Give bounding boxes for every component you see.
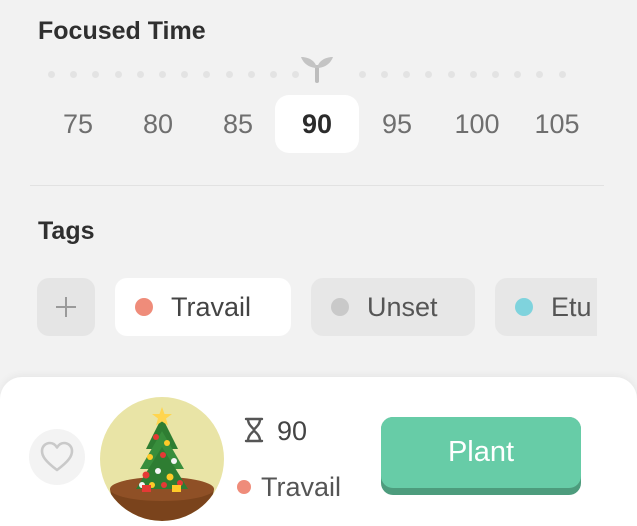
time-options: 75 80 85 90 95 100 105	[36, 95, 602, 153]
ruler-tick	[448, 71, 455, 78]
ruler-tick	[115, 71, 122, 78]
add-tag-button[interactable]	[37, 278, 95, 336]
tag-chip-etu[interactable]: Etu	[495, 278, 597, 336]
time-option-100[interactable]: 100	[435, 95, 519, 153]
selected-tag-dot	[237, 480, 251, 494]
tree-avatar[interactable]	[100, 397, 224, 521]
ruler-tick	[270, 71, 277, 78]
focused-time-title: Focused Time	[38, 17, 206, 45]
ruler-tick	[559, 71, 566, 78]
plant-button-label: Plant	[381, 417, 581, 488]
tags-row[interactable]: Travail Unset Etu	[37, 278, 597, 336]
plant-button[interactable]: Plant	[381, 417, 581, 495]
selected-tag-label: Travail	[261, 472, 342, 502]
ruler-tick	[359, 71, 366, 78]
ruler-tick	[70, 71, 77, 78]
tag-color-dot	[135, 298, 153, 316]
duration-value: 90	[277, 416, 308, 446]
favorite-button[interactable]	[29, 429, 85, 485]
ruler-tick	[425, 71, 432, 78]
sprout-icon	[301, 57, 333, 83]
time-option-105[interactable]: 105	[515, 95, 599, 153]
tag-chip-unset[interactable]: Unset	[311, 278, 475, 336]
ruler-tick	[381, 71, 388, 78]
time-option-95[interactable]: 95	[355, 95, 439, 153]
tag-label: Unset	[367, 292, 438, 322]
ruler-tick	[203, 71, 210, 78]
time-option-80[interactable]: 80	[116, 95, 200, 153]
ruler-tick	[536, 71, 543, 78]
heart-icon	[40, 441, 74, 472]
tag-color-dot	[331, 298, 349, 316]
ruler-tick	[137, 71, 144, 78]
ruler-tick	[514, 71, 521, 78]
tag-color-dot	[515, 298, 533, 316]
ruler-tick	[403, 71, 410, 78]
plant-summary-card: 90 Travail Plant	[0, 377, 637, 526]
ruler-tick	[48, 71, 55, 78]
christmas-tree-icon	[110, 407, 214, 521]
ruler-tick	[92, 71, 99, 78]
ruler-tick	[492, 71, 499, 78]
time-option-90[interactable]: 90	[275, 95, 359, 153]
tags-title: Tags	[38, 217, 95, 245]
tag-label: Etu	[551, 292, 592, 322]
ruler-tick	[181, 71, 188, 78]
time-option-75[interactable]: 75	[36, 95, 120, 153]
time-option-85[interactable]: 85	[196, 95, 280, 153]
tag-label: Travail	[171, 292, 252, 322]
ruler-tick	[470, 71, 477, 78]
ruler-tick	[226, 71, 233, 78]
hourglass-icon	[244, 417, 264, 443]
plant-timer-screen: Focused Time 75 80 85 90 95 100 105 Tags…	[0, 0, 637, 526]
section-divider	[30, 185, 604, 186]
ruler-tick	[248, 71, 255, 78]
ruler-tick	[159, 71, 166, 78]
tag-chip-travail[interactable]: Travail	[115, 278, 291, 336]
